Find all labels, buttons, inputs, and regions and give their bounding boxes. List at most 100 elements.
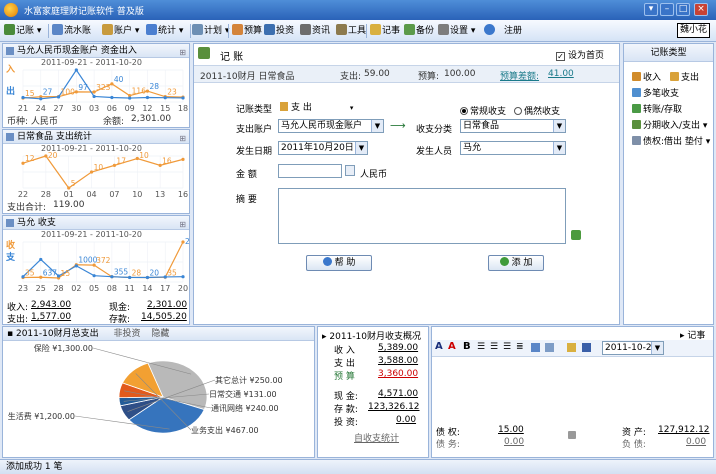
minimize-button[interactable]: –	[660, 3, 674, 16]
tab-expense[interactable]: ▪ 2011-10财月总支出	[7, 329, 99, 339]
align-left-icon[interactable]: ☰	[477, 342, 485, 352]
menu-arrow-button[interactable]: ▾	[644, 3, 658, 16]
radio-occasional[interactable]: 偶然收支	[514, 104, 560, 117]
assets-value[interactable]: 127,912.12	[658, 425, 710, 435]
maximize-button[interactable]: □	[676, 3, 690, 16]
toolbar-help[interactable]	[484, 24, 496, 38]
note-edit-icon[interactable]	[567, 343, 576, 352]
x-tick-label: 24	[36, 104, 46, 112]
toolbar-notes[interactable]: 记事	[370, 24, 400, 38]
notes-format-toolbar: A A B ☰ ☰ ☰ ≣ 2011-10-20 ▼	[432, 340, 713, 357]
font-color-icon[interactable]: A	[435, 341, 443, 352]
radio-normal[interactable]: 常规收支	[460, 104, 506, 117]
close-button[interactable]: ×	[694, 3, 708, 16]
toolbar-news[interactable]: 资讯	[300, 24, 330, 38]
toolbar-accounts[interactable]: 账户 ▾	[102, 24, 139, 38]
notes-date-picker[interactable]: 2011-10-20 ▼	[602, 341, 664, 355]
pin-icon[interactable]: ⊞	[179, 132, 186, 146]
data-label: 372	[96, 256, 111, 265]
toolbar-invest[interactable]: 投资	[264, 24, 294, 38]
bold-icon[interactable]: B	[463, 341, 471, 352]
pin-icon[interactable]: ⊞	[179, 218, 186, 232]
toolbar-record[interactable]: 记账 ▾	[4, 24, 41, 38]
save-icon[interactable]	[582, 343, 591, 352]
expense-value[interactable]: 3,588.00	[378, 356, 418, 366]
monthly-summary-panel: ▸ 2011-10财月收支概况 收 入 5,389.00 支 出 3,588.0…	[317, 326, 429, 458]
income-value[interactable]: 2,943.00	[31, 300, 71, 310]
toolbar-stats[interactable]: 统计 ▾	[146, 24, 183, 38]
deposit-value[interactable]: 14,505.20	[141, 312, 187, 322]
category-label: 收支分类	[416, 125, 453, 135]
invest-value[interactable]: 0.00	[396, 415, 416, 425]
x-tick-label: 07	[109, 190, 119, 198]
expense-value[interactable]: 1,577.00	[31, 312, 71, 322]
user-name-box[interactable]: 魏小花	[677, 23, 710, 38]
category-select[interactable]: 日常食品 ▼	[460, 119, 566, 133]
side-label-in: 入	[6, 65, 16, 75]
toolbar-plan[interactable]: 计划 ▾	[192, 24, 229, 38]
expense-label: 支出:	[7, 315, 29, 325]
toolbar-journal[interactable]: 流水账	[52, 24, 91, 38]
info-diff-label[interactable]: 预算差额:	[500, 69, 539, 82]
sidebar-item-transfer[interactable]: 转账/存取	[632, 102, 682, 115]
cash-value[interactable]: 2,301.00	[147, 300, 187, 310]
debts-value[interactable]: 0.00	[504, 437, 524, 447]
account-select[interactable]: 马允人民币现金账户 ▼	[278, 119, 384, 133]
sidebar-item-expense[interactable]: 支出	[670, 70, 699, 83]
set-home-checkbox[interactable]: ✓ 设为首页	[556, 48, 604, 61]
expense-icon	[280, 102, 288, 111]
toolbar-budget[interactable]: 预算	[232, 24, 262, 38]
sidebar-item-multi[interactable]: 多笔收支	[632, 86, 679, 99]
amount-input[interactable]	[278, 164, 342, 178]
data-label: 23	[167, 88, 177, 97]
food-spending-panel: 日常食品 支出统计 ⊞ 2011-09-21 - 2011-10-20 22 28 0…	[2, 129, 190, 214]
info-diff[interactable]: 41.00	[548, 69, 574, 79]
x-tick-label: 03	[89, 104, 99, 112]
toolbar-settings[interactable]: 设置 ▾	[438, 24, 475, 38]
data-label: 15	[25, 89, 35, 98]
add-button[interactable]: 添 加	[488, 255, 544, 271]
sidebar-item-installment[interactable]: 分期收入/支出 ▾	[632, 118, 707, 131]
date-picker[interactable]: 2011年10月20日 ▼	[278, 141, 368, 155]
x-tick-label: 12	[142, 104, 152, 112]
panel-header: 马允 收支 ⊞	[3, 216, 189, 230]
calculator-icon[interactable]	[345, 165, 355, 176]
tab-invest[interactable]: 非投资	[113, 329, 140, 339]
food-spending-chart: 22 28 01 04 07 10 13 16 12 20 5 10 17 10 16	[18, 152, 188, 198]
budget-value[interactable]: 3,360.00	[378, 369, 418, 379]
pin-icon[interactable]: ⊞	[179, 46, 186, 60]
income-value[interactable]: 5,389.00	[378, 343, 418, 353]
toolbar-register[interactable]: 注册	[504, 24, 522, 38]
toolbar-backup[interactable]: 备份	[404, 24, 434, 38]
person-income-expense-panel: 马允 收支 ⊞ 2011-09-21 - 2011-10-20 收 支 23 25 2…	[2, 215, 190, 325]
data-label: 637	[43, 268, 58, 277]
data-point	[74, 68, 78, 72]
data-label: 323	[96, 83, 111, 92]
custom-stats-link[interactable]: 自收支统计	[354, 431, 399, 444]
deposit-value[interactable]: 123,326.12	[368, 402, 420, 412]
settings-icon	[438, 24, 449, 35]
type-dropdown[interactable]: 支 出 ▾	[280, 100, 353, 113]
cash-value[interactable]: 4,571.00	[378, 389, 418, 399]
person-select[interactable]: 马允 ▼	[460, 141, 566, 155]
table-icon[interactable]	[545, 343, 554, 352]
x-tick-label: 14	[142, 284, 152, 292]
sidebar-item-income[interactable]: 收入	[632, 70, 661, 83]
note-textarea[interactable]	[278, 188, 566, 244]
data-label: 17	[116, 156, 126, 165]
x-tick-label: 04	[86, 190, 96, 198]
news-icon	[300, 24, 311, 35]
liabilities-value[interactable]: 0.00	[686, 437, 706, 447]
help-button[interactable]: 帮 助	[306, 255, 372, 271]
edit-icon[interactable]	[571, 230, 581, 240]
claims-value[interactable]: 15.00	[498, 425, 524, 435]
toolbar-tools[interactable]: 工具	[336, 24, 366, 38]
align-center-icon[interactable]: ☰	[490, 342, 498, 352]
image-icon[interactable]	[531, 343, 540, 352]
highlight-icon[interactable]: A	[448, 341, 456, 352]
list-icon[interactable]: ≣	[516, 342, 524, 352]
tab-hide[interactable]: 隐藏	[151, 329, 169, 339]
invest-label: 投 资:	[334, 418, 358, 428]
align-right-icon[interactable]: ☰	[503, 342, 511, 352]
sidebar-item-claims[interactable]: 债权:借出 垫付 ▾	[632, 134, 710, 147]
